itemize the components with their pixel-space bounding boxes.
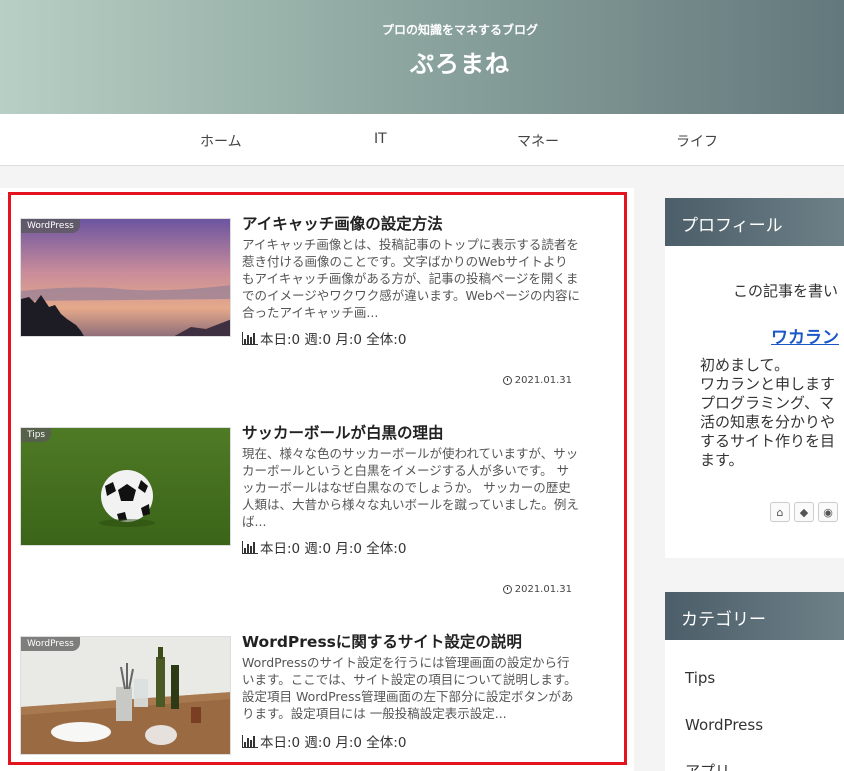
post-thumbnail[interactable]: WordPress [20, 218, 231, 337]
profile-intro: この記事を書い [733, 282, 839, 300]
view-stats: 本日:0 週:0 月:0 全体:0 [242, 731, 406, 751]
category-item-app[interactable]: アプリ [685, 760, 730, 771]
category-badge[interactable]: WordPress [21, 219, 80, 233]
view-stats-text: 本日:0 週:0 月:0 全体:0 [260, 735, 407, 751]
site-header: プロの知識をマネするブログ ぷろまね [0, 0, 844, 114]
category-badge[interactable]: Tips [21, 428, 52, 442]
bar-chart-icon [242, 540, 258, 554]
view-stats-text: 本日:0 週:0 月:0 全体:0 [260, 332, 407, 348]
sunset-image [21, 219, 230, 336]
view-stats: 本日:0 週:0 月:0 全体:0 [242, 328, 406, 348]
soccer-ball-image [21, 428, 230, 545]
post-thumbnail[interactable]: Tips [20, 427, 231, 546]
rss-icon[interactable]: ◉ [818, 502, 838, 522]
dining-table-image [21, 637, 230, 754]
category-heading: カテゴリー [665, 592, 844, 640]
post-title[interactable]: アイキャッチ画像の設定方法 [242, 212, 602, 234]
nav-item-life[interactable]: ライフ [676, 131, 718, 151]
category-widget: カテゴリー Tips WordPress アプリ [665, 592, 844, 771]
profile-text: 初めまして。 ワカランと申します プログラミング、マ 活の知恵を分かりや するサ… [700, 356, 836, 469]
nav-item-it[interactable]: IT [374, 131, 387, 147]
post-date-text: 2021.01.31 [514, 375, 572, 386]
category-item-wordpress[interactable]: WordPress [685, 716, 763, 734]
site-tagline: プロの知識をマネするブログ [381, 23, 538, 37]
post-title[interactable]: サッカーボールが白黒の理由 [242, 421, 602, 443]
profile-heading: プロフィール [665, 198, 844, 246]
clock-icon [502, 585, 512, 594]
profile-widget: プロフィール この記事を書い ワカラン 初めまして。 ワカランと申します プログ… [665, 198, 844, 558]
post-thumbnail[interactable]: WordPress [20, 636, 231, 755]
post-excerpt: 現在、様々な色のサッカーボールが使われていますが、サッカーボールというと白黒をイ… [242, 446, 579, 529]
view-stats-text: 本日:0 週:0 月:0 全体:0 [260, 541, 407, 557]
clock-icon [502, 376, 512, 385]
nav-item-money[interactable]: マネー [517, 131, 559, 151]
nav-item-home[interactable]: ホーム [200, 131, 242, 151]
post-date-text: 2021.01.31 [514, 584, 572, 595]
post-date: 2021.01.31 [502, 375, 572, 386]
post-excerpt: WordPressのサイト設定を行うには管理画面の設定から行います。ここでは、サ… [242, 655, 577, 721]
home-icon[interactable]: ⌂ [770, 502, 790, 522]
feedly-icon[interactable]: ◆ [794, 502, 814, 522]
bar-chart-icon [242, 331, 258, 345]
post-card: WordPress WordPressに関するサイト設定の説明 WordPres… [20, 633, 610, 766]
post-excerpt: アイキャッチ画像とは、投稿記事のトップに表示する読者を惹き付ける画像のことです。… [242, 237, 581, 320]
category-item-tips[interactable]: Tips [685, 669, 715, 687]
profile-name-link[interactable]: ワカラン [771, 323, 839, 348]
post-date: 2021.01.31 [502, 584, 572, 595]
sns-links: ⌂ ◆ ◉ [770, 502, 838, 522]
bar-chart-icon [242, 734, 258, 748]
post-card: WordPress アイキャッチ画像の設定方法 アイキャッチ画像とは、投稿記事の… [20, 215, 610, 418]
category-badge[interactable]: WordPress [21, 637, 80, 651]
post-title[interactable]: WordPressに関するサイト設定の説明 [242, 630, 602, 652]
site-title[interactable]: ぷろまね [0, 44, 844, 79]
global-nav: ホーム IT マネー ライフ [0, 114, 844, 166]
post-card: Tips サッカーボールが白黒の理由 現在、様々な色のサッカーボールが使われてい… [20, 424, 610, 627]
view-stats: 本日:0 週:0 月:0 全体:0 [242, 537, 406, 557]
